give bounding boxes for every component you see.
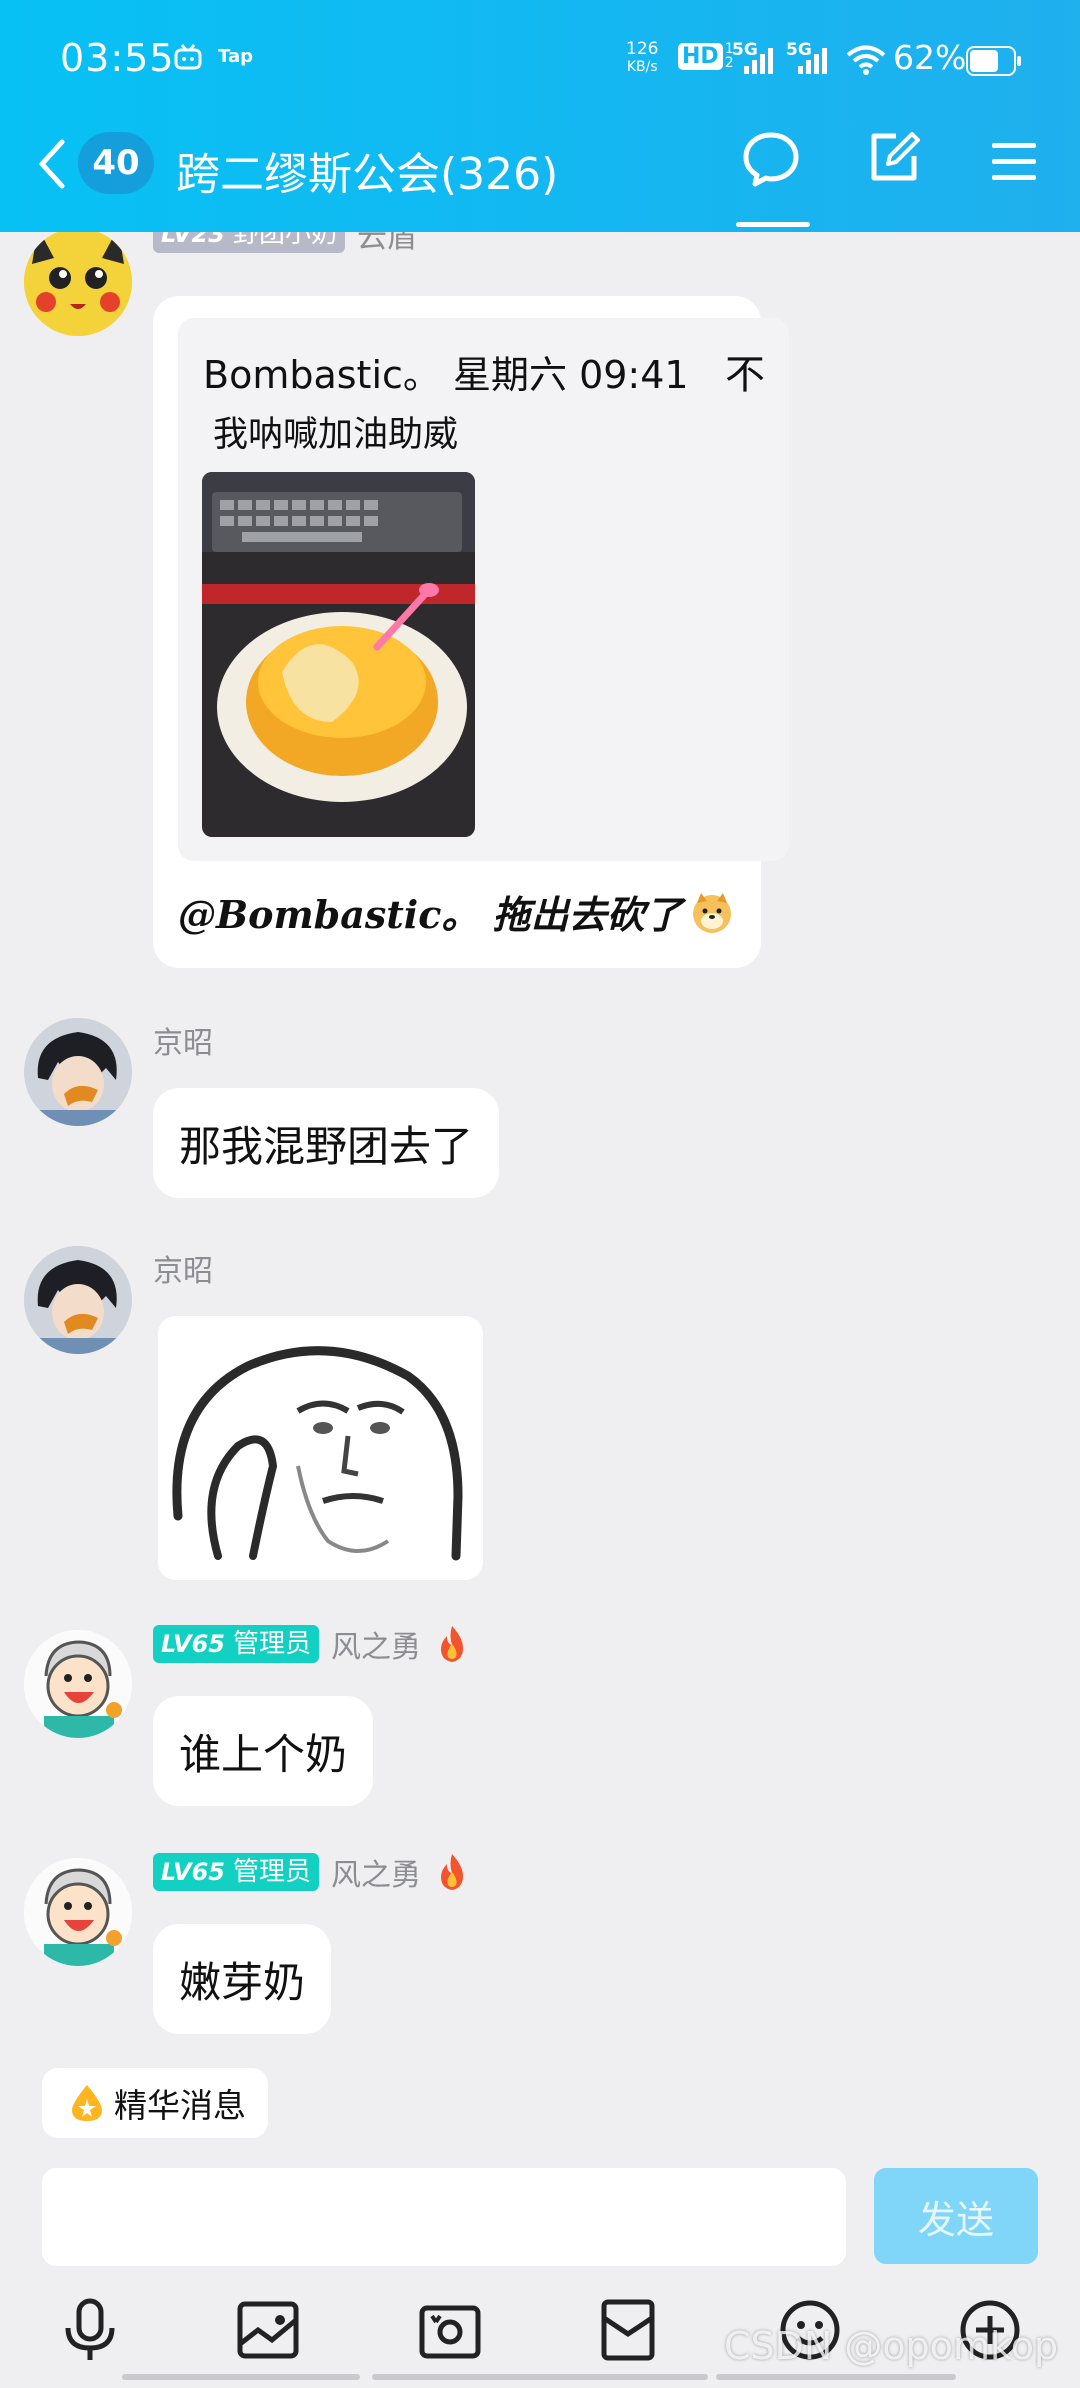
battery-icon <box>966 46 1021 76</box>
battery-percent: 62% <box>893 38 967 77</box>
cake-photo-image <box>202 472 475 837</box>
cartoon-guy-icon <box>24 1858 132 1966</box>
avatar-fengzhiyong[interactable] <box>24 1630 132 1738</box>
quote-header: Bombastic。 星期六 09:41 <box>203 344 689 399</box>
sender-nickname[interactable]: 云盾 <box>357 232 417 256</box>
pikachu-icon <box>24 232 132 336</box>
level-label: LV65 <box>161 1858 225 1886</box>
tv-icon <box>174 44 202 70</box>
quoted-message[interactable]: Bombastic。 星期六 09:41 不 我呐喊加油助威 <box>178 318 789 861</box>
mic-icon[interactable] <box>62 2298 118 2362</box>
badge-title: 管理员 <box>232 1629 311 1659</box>
red-packet-icon[interactable] <box>598 2298 658 2362</box>
message-meta: LV65 管理员 风之勇 <box>153 1850 471 1894</box>
camera-icon[interactable] <box>418 2298 482 2362</box>
quote-text: 我呐喊加油助威 <box>213 415 459 455</box>
essence-messages-button[interactable]: 精华消息 <box>42 2068 268 2138</box>
anime-boy-icon <box>24 1246 132 1354</box>
edit-icon[interactable] <box>866 130 922 186</box>
status-bar: 03:55 Tap 126 KB/s HD 12 5G 5G 62% <box>0 0 1080 118</box>
thinking-face-sticker-image <box>158 1316 483 1580</box>
sender-nickname[interactable]: 京昭 <box>153 1018 213 1062</box>
doge-emoji-icon <box>692 892 731 933</box>
admin-badge[interactable]: LV65 管理员 <box>153 1625 319 1663</box>
message-text: 谁上个奶 <box>179 1729 348 1779</box>
chat-bubble-icon[interactable] <box>742 130 800 190</box>
menu-icon[interactable] <box>990 140 1038 184</box>
hd-indicator: HD 12 <box>678 42 734 70</box>
net-speed: 126 KB/s <box>626 40 658 76</box>
message-text: 那我混野团去了 <box>179 1121 474 1171</box>
badge-title: 管理员 <box>232 1857 311 1887</box>
signal-bars-icon <box>798 48 827 74</box>
sender-nickname[interactable]: 风之勇 <box>331 1622 421 1666</box>
panel-tab-bar <box>716 2374 956 2380</box>
sender-nickname[interactable]: 风之勇 <box>331 1850 421 1894</box>
reply-text: @Bombastic。 拖出去砍了 <box>178 884 735 939</box>
quote-time: 星期六 09:41 <box>452 353 689 397</box>
watermark: CSDN @opomkop <box>724 2324 1059 2368</box>
message-bubble[interactable]: 谁上个奶 <box>153 1696 374 1806</box>
quote-jump-icon[interactable]: 不 <box>725 342 765 400</box>
quote-photo[interactable] <box>202 472 475 837</box>
avatar-fengzhiyong[interactable] <box>24 1858 132 1966</box>
wifi-icon <box>846 45 886 75</box>
admin-badge[interactable]: LV65 管理员 <box>153 1853 319 1891</box>
reply-text-content: @Bombastic。 拖出去砍了 <box>178 892 683 937</box>
message-meta: LV23 野团小奶 云盾 <box>153 232 417 256</box>
fire-icon <box>440 1626 463 1662</box>
essence-label: 精华消息 <box>114 2086 246 2125</box>
quote-sender: Bombastic。 <box>203 353 441 397</box>
message-meta: 京昭 <box>153 1018 213 1062</box>
back-arrow-icon[interactable] <box>32 136 72 192</box>
tap-app-label: Tap <box>218 46 253 67</box>
level-label: LV23 <box>161 232 225 248</box>
active-tab-indicator <box>736 222 810 227</box>
message-meta: 京昭 <box>153 1246 213 1290</box>
signal-5g-2: 5G <box>786 40 836 76</box>
avatar-jingzhao[interactable] <box>24 1018 132 1126</box>
member-badge[interactable]: LV23 野团小奶 <box>153 232 345 253</box>
group-title[interactable]: 跨二缪斯公会(326) <box>176 138 558 202</box>
top-bar: 03:55 Tap 126 KB/s HD 12 5G 5G 62% 40 跨二… <box>0 0 1080 232</box>
essence-drop-icon <box>72 2085 102 2121</box>
level-label: LV65 <box>161 1630 225 1658</box>
message-meta: LV65 管理员 风之勇 <box>153 1622 471 1666</box>
message-bubble[interactable]: 嫩芽奶 <box>153 1924 332 2034</box>
send-button[interactable]: 发送 <box>874 2168 1038 2264</box>
chat-area[interactable]: LV23 野团小奶 云盾 Bombastic。 星期六 09:41 不 我呐喊加… <box>0 232 1080 2054</box>
sticker-message[interactable] <box>158 1316 483 1580</box>
avatar-jingzhao[interactable] <box>24 1246 132 1354</box>
status-time: 03:55 <box>60 36 175 80</box>
sender-nickname[interactable]: 京昭 <box>153 1246 213 1290</box>
nav-row: 40 跨二缪斯公会(326) <box>0 118 1080 232</box>
hd-label: HD <box>678 42 723 70</box>
message-bubble[interactable]: 那我混野团去了 <box>153 1088 500 1198</box>
image-icon[interactable] <box>236 2298 300 2362</box>
anime-boy-icon <box>24 1018 132 1126</box>
avatar-pikachu[interactable] <box>24 232 132 336</box>
panel-tab-bar <box>122 2374 360 2380</box>
fire-icon <box>440 1854 463 1890</box>
panel-tab-bar <box>372 2374 708 2380</box>
signal-5g-1: 5G <box>732 40 782 76</box>
net-speed-unit: KB/s <box>626 59 658 75</box>
net-speed-value: 126 <box>626 39 659 59</box>
signal-bars-icon <box>744 48 773 74</box>
message-input[interactable] <box>42 2168 846 2266</box>
message-text: 嫩芽奶 <box>179 1957 306 2007</box>
badge-title: 野团小奶 <box>232 232 337 249</box>
cartoon-guy-icon <box>24 1630 132 1738</box>
unread-count-badge[interactable]: 40 <box>78 132 154 194</box>
